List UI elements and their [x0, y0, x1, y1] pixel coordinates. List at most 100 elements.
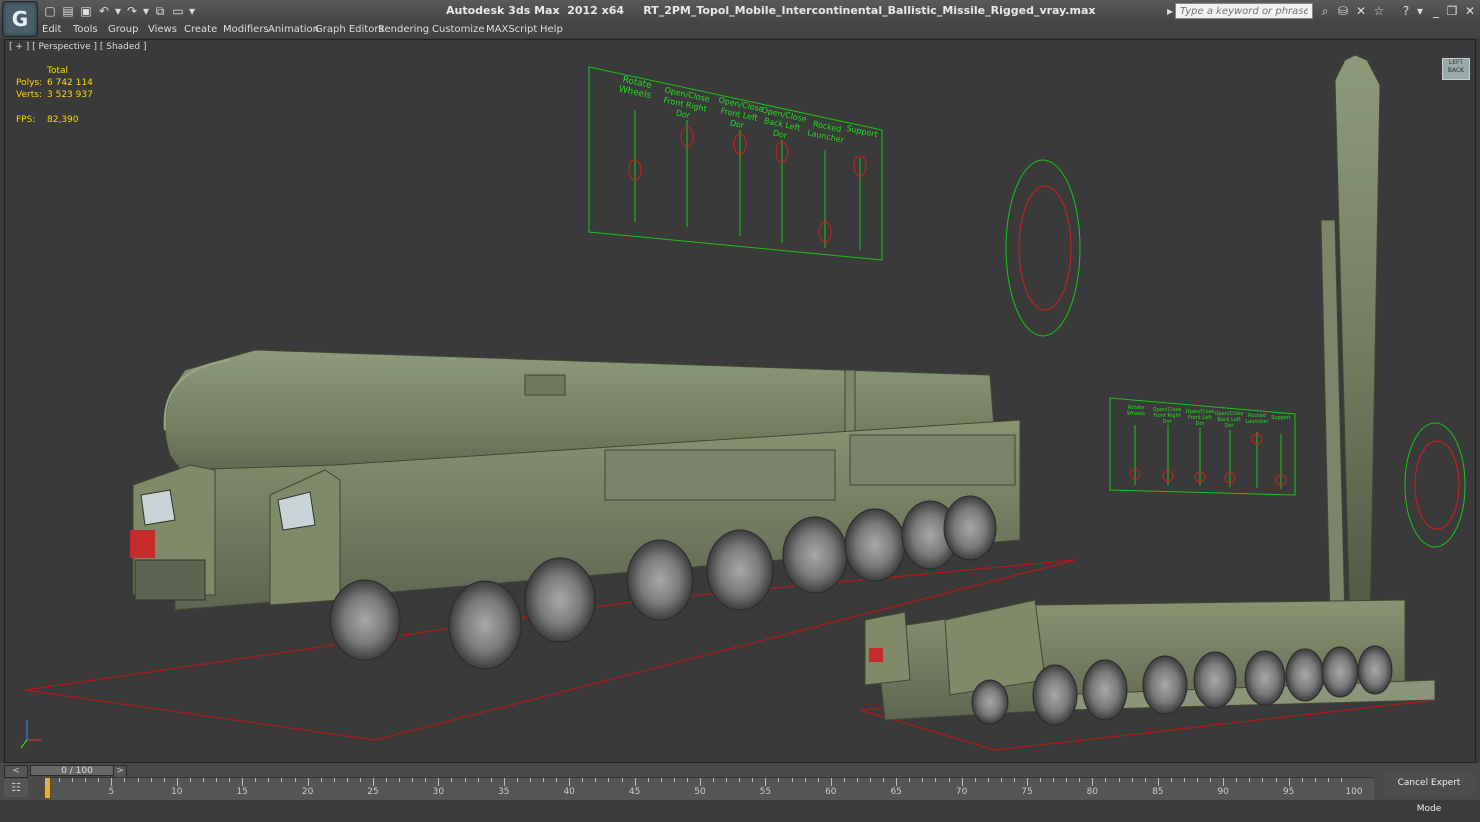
tick-mark	[765, 778, 767, 786]
control-handles-large	[628, 126, 867, 243]
tick-mark	[72, 778, 74, 782]
quick-access-dropdown-icon[interactable]: ▾	[184, 3, 200, 19]
tick-mark	[216, 778, 218, 782]
tick-mark	[516, 778, 518, 782]
tick-mark	[98, 778, 100, 782]
tick-mark	[1301, 778, 1303, 782]
tick-mark	[320, 778, 322, 782]
help-dropdown-icon[interactable]: ▾	[1412, 3, 1428, 19]
app-logo-icon[interactable]: G	[2, 1, 38, 37]
tick-mark	[1118, 778, 1120, 782]
tick-mark	[843, 778, 845, 782]
minimize-icon[interactable]: _	[1428, 3, 1444, 19]
tick-mark	[1053, 778, 1055, 782]
restore-icon[interactable]: ❐	[1444, 3, 1460, 19]
favorites-star-icon[interactable]: ☆	[1371, 3, 1387, 19]
tick-mark	[1066, 778, 1068, 782]
tick-label: 40	[563, 787, 575, 797]
tick-mark	[556, 778, 558, 782]
menu-animation[interactable]: Animation	[268, 24, 319, 35]
tick-mark	[922, 778, 924, 782]
menu-group[interactable]: Group	[108, 24, 138, 35]
time-slider[interactable]: 0 / 100	[30, 765, 124, 776]
hold-icon[interactable]: ⧉	[152, 3, 168, 19]
menu-create[interactable]: Create	[184, 24, 217, 35]
stats-fps-label: FPS:	[16, 115, 36, 125]
tick-label: 80	[1086, 787, 1099, 797]
tick-mark	[438, 778, 440, 786]
rotation-gizmo-small-inner	[1414, 440, 1460, 530]
tick-mark	[856, 778, 858, 782]
tick-mark	[1210, 778, 1212, 782]
tick-mark	[987, 778, 989, 782]
tick-label: 60	[825, 787, 837, 797]
close-icon[interactable]: ✕	[1462, 3, 1478, 19]
stats-verts-label: Verts:	[16, 90, 42, 100]
save-file-icon[interactable]: ▣	[78, 3, 94, 19]
small-label-rocked-launcher: Rocked Launcher	[1245, 413, 1269, 425]
tick-mark	[359, 778, 361, 782]
subscription-icon[interactable]: ⛁	[1335, 3, 1351, 19]
menu-views[interactable]: Views	[148, 24, 177, 35]
tick-mark	[621, 778, 623, 782]
tick-mark	[1262, 778, 1264, 782]
tick-mark	[490, 778, 492, 782]
small-label-rotate-wheels: Rotate Wheels	[1126, 405, 1146, 417]
tick-mark	[202, 778, 204, 782]
perspective-viewport[interactable]: Rotate Wheels Open/Close Front Right Dor…	[4, 39, 1476, 763]
tick-mark	[752, 778, 754, 782]
tick-mark	[608, 778, 610, 782]
tick-mark	[673, 778, 675, 782]
menu-tools[interactable]: Tools	[73, 24, 98, 35]
tick-mark	[425, 778, 427, 782]
tick-mark	[1288, 778, 1290, 786]
tick-mark	[791, 778, 793, 782]
tick-label: 50	[694, 787, 706, 797]
menu-graph-editors[interactable]: Graph Editors	[315, 24, 384, 35]
cancel-expert-mode-button[interactable]: Cancel Expert Mode	[1384, 770, 1474, 814]
timeline-bar: < 0 / 100 > ☷ Cancel Expert Mode 5 10 15 20…	[0, 763, 1480, 814]
new-file-icon[interactable]: ▢	[42, 3, 58, 19]
communication-center-icon[interactable]: ✕	[1353, 3, 1369, 19]
time-slider-prev-button[interactable]: <	[4, 765, 28, 778]
tick-mark	[477, 778, 479, 782]
tick-mark	[961, 778, 963, 786]
tick-label: 85	[1152, 787, 1164, 797]
tick-mark	[1092, 778, 1094, 786]
tick-mark	[1027, 778, 1028, 786]
tick-mark	[59, 778, 61, 782]
menu-customize[interactable]: Customize	[432, 24, 485, 35]
tick-label: 15	[236, 787, 248, 797]
viewcube-icon[interactable]: LEFT BACK	[1442, 58, 1470, 80]
stats-verts-value: 3 523 937	[47, 90, 93, 100]
tick-mark	[647, 778, 649, 782]
tick-mark	[1013, 778, 1015, 782]
menu-edit[interactable]: Edit	[42, 24, 61, 35]
tick-mark	[713, 778, 715, 782]
binoculars-icon[interactable]: ⌕	[1317, 3, 1333, 19]
tick-mark	[1314, 778, 1316, 782]
search-input[interactable]	[1175, 3, 1313, 19]
menu-maxscript[interactable]: MAXScript	[486, 24, 537, 35]
tick-mark	[634, 778, 636, 786]
tick-mark	[1157, 778, 1159, 786]
tick-mark	[1340, 778, 1342, 782]
tick-mark	[1197, 778, 1199, 782]
viewport-label[interactable]: [ + ] [ Perspective ] [ Shaded ]	[9, 42, 147, 52]
tick-label: 20	[301, 787, 314, 797]
menu-modifiers[interactable]: Modifiers	[223, 24, 269, 35]
track-configure-icon[interactable]: ☷	[4, 779, 28, 797]
small-label-support: Support	[1271, 415, 1291, 421]
open-file-icon[interactable]: ▤	[60, 3, 76, 19]
tick-mark	[386, 778, 388, 782]
tick-mark	[1131, 778, 1133, 782]
tick-mark	[935, 778, 937, 782]
tick-mark	[451, 778, 453, 782]
tick-mark	[1079, 778, 1081, 782]
menu-rendering[interactable]: Rendering	[378, 24, 429, 35]
tick-mark	[700, 778, 701, 786]
tick-mark	[529, 778, 531, 782]
control-handles-small	[1129, 433, 1287, 486]
tick-mark	[111, 778, 113, 786]
menu-help[interactable]: Help	[540, 24, 563, 35]
